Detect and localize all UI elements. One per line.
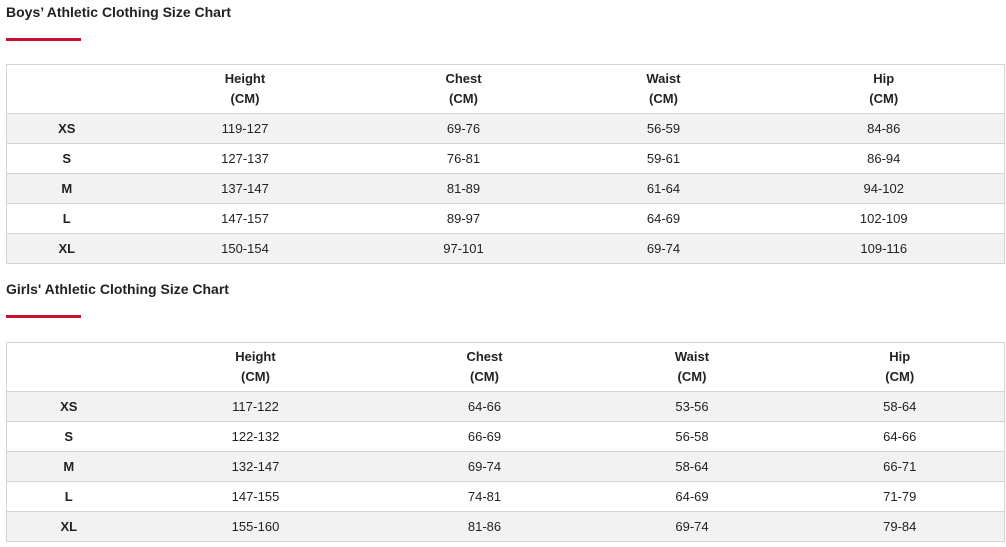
table-row: XL 155-160 81-86 69-74 79-84 xyxy=(6,511,1005,542)
size-cell: XS xyxy=(6,113,127,144)
column-header-unit: (CM) xyxy=(885,369,915,384)
waist-cell: 56-58 xyxy=(588,421,796,452)
hip-cell: 109-116 xyxy=(763,233,1005,264)
size-cell: M xyxy=(6,451,131,482)
girls-size-table: Height (CM) Chest (CM) Waist (CM) Hip (C… xyxy=(6,342,1005,542)
column-header-label: Hip xyxy=(873,71,895,86)
table-row: M 132-147 69-74 58-64 66-71 xyxy=(6,451,1005,482)
height-cell: 155-160 xyxy=(130,511,381,542)
table-header-row: Height (CM) Chest (CM) Waist (CM) Hip (C… xyxy=(6,342,1005,392)
column-header-size xyxy=(6,64,127,114)
column-header-unit: (CM) xyxy=(649,91,678,106)
hip-cell: 79-84 xyxy=(795,511,1005,542)
size-cell: XL xyxy=(6,233,127,264)
table-row: L 147-157 89-97 64-69 102-109 xyxy=(6,203,1005,234)
size-cell: S xyxy=(6,143,127,174)
chest-cell: 97-101 xyxy=(363,233,564,264)
height-cell: 147-157 xyxy=(126,203,364,234)
column-header-unit: (CM) xyxy=(470,369,499,384)
size-cell: XS xyxy=(6,391,131,422)
column-header-label: Chest xyxy=(445,71,482,86)
table-row: S 127-137 76-81 59-61 86-94 xyxy=(6,143,1005,174)
size-cell: XL xyxy=(6,511,131,542)
waist-cell: 58-64 xyxy=(588,451,796,482)
column-header-unit: (CM) xyxy=(449,91,478,106)
column-header-hip: Hip (CM) xyxy=(795,342,1005,392)
chest-cell: 69-74 xyxy=(380,451,589,482)
column-header-label: Chest xyxy=(466,349,503,364)
height-cell: 122-132 xyxy=(130,421,381,452)
height-cell: 119-127 xyxy=(126,113,364,144)
boys-chart-title: Boys’ Athletic Clothing Size Chart xyxy=(6,4,232,20)
hip-cell: 66-71 xyxy=(795,451,1005,482)
table-row: XS 119-127 69-76 56-59 84-86 xyxy=(6,113,1005,144)
chest-cell: 81-89 xyxy=(363,173,564,204)
size-cell: L xyxy=(6,481,131,512)
waist-cell: 61-64 xyxy=(563,173,764,204)
chest-cell: 69-76 xyxy=(363,113,564,144)
chest-cell: 66-69 xyxy=(380,421,589,452)
waist-cell: 69-74 xyxy=(588,511,796,542)
column-header-chest: Chest (CM) xyxy=(380,342,589,392)
waist-cell: 69-74 xyxy=(563,233,764,264)
chest-cell: 76-81 xyxy=(363,143,564,174)
waist-cell: 64-69 xyxy=(563,203,764,234)
column-header-unit: (CM) xyxy=(677,369,707,384)
table-row: XS 117-122 64-66 53-56 58-64 xyxy=(6,391,1005,422)
column-header-label: Height xyxy=(224,71,266,86)
column-header-unit: (CM) xyxy=(241,369,270,384)
girls-chart-title: Girls' Athletic Clothing Size Chart xyxy=(6,281,229,297)
column-header-height: Height (CM) xyxy=(130,342,381,392)
table-row: M 137-147 81-89 61-64 94-102 xyxy=(6,173,1005,204)
boys-size-table: Height (CM) Chest (CM) Waist (CM) Hip (C… xyxy=(6,64,1005,264)
chest-cell: 81-86 xyxy=(380,511,589,542)
column-header-hip: Hip (CM) xyxy=(763,64,1005,114)
chest-cell: 89-97 xyxy=(363,203,564,234)
table-row: S 122-132 66-69 56-58 64-66 xyxy=(6,421,1005,452)
height-cell: 137-147 xyxy=(126,173,364,204)
hip-cell: 64-66 xyxy=(795,421,1005,452)
chest-cell: 74-81 xyxy=(380,481,589,512)
size-cell: L xyxy=(6,203,127,234)
size-cell: M xyxy=(6,173,127,204)
column-header-chest: Chest (CM) xyxy=(363,64,564,114)
table-header-row: Height (CM) Chest (CM) Waist (CM) Hip (C… xyxy=(6,64,1005,114)
boys-title-accent-bar xyxy=(6,38,81,41)
height-cell: 147-155 xyxy=(130,481,381,512)
height-cell: 127-137 xyxy=(126,143,364,174)
table-row: XL 150-154 97-101 69-74 109-116 xyxy=(6,233,1005,264)
column-header-waist: Waist (CM) xyxy=(563,64,764,114)
column-header-label: Hip xyxy=(889,349,911,364)
column-header-waist: Waist (CM) xyxy=(588,342,796,392)
waist-cell: 59-61 xyxy=(563,143,764,174)
waist-cell: 56-59 xyxy=(563,113,764,144)
chest-cell: 64-66 xyxy=(380,391,589,422)
hip-cell: 102-109 xyxy=(763,203,1005,234)
table-row: L 147-155 74-81 64-69 71-79 xyxy=(6,481,1005,512)
column-header-unit: (CM) xyxy=(869,91,899,106)
girls-title-accent-bar xyxy=(6,315,81,318)
waist-cell: 64-69 xyxy=(588,481,796,512)
column-header-label: Waist xyxy=(674,349,710,364)
hip-cell: 84-86 xyxy=(763,113,1005,144)
height-cell: 132-147 xyxy=(130,451,381,482)
hip-cell: 86-94 xyxy=(763,143,1005,174)
height-cell: 117-122 xyxy=(130,391,381,422)
column-header-unit: (CM) xyxy=(230,91,260,106)
hip-cell: 58-64 xyxy=(795,391,1005,422)
column-header-size xyxy=(6,342,131,392)
hip-cell: 94-102 xyxy=(763,173,1005,204)
waist-cell: 53-56 xyxy=(588,391,796,422)
column-header-height: Height (CM) xyxy=(126,64,364,114)
hip-cell: 71-79 xyxy=(795,481,1005,512)
column-header-label: Height xyxy=(235,349,276,364)
column-header-label: Waist xyxy=(646,71,681,86)
size-cell: S xyxy=(6,421,131,452)
height-cell: 150-154 xyxy=(126,233,364,264)
